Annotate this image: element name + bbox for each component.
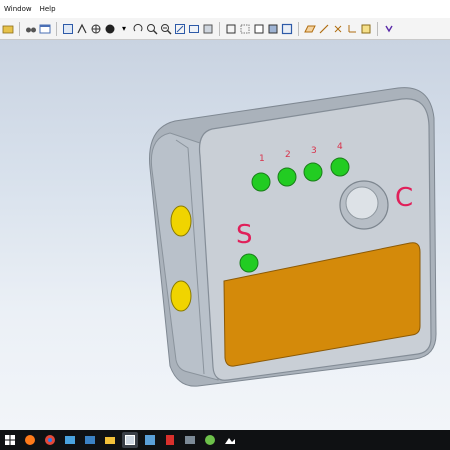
dropdown-arrow-icon[interactable]: ▾ [118,23,130,35]
shading-icon[interactable] [267,23,279,35]
file-explorer-icon[interactable] [102,432,118,448]
photo-icon[interactable] [222,432,238,448]
no-hidden-icon[interactable] [253,23,265,35]
app-icon[interactable] [62,432,78,448]
label-c: C [395,183,413,213]
led-4 [330,157,350,177]
app-icon-5[interactable] [202,432,218,448]
led-3-label: 3 [311,146,317,156]
led-2-label: 2 [285,150,291,160]
model-viewport[interactable]: 1 2 3 4 S C [0,40,450,430]
center-button [345,186,379,220]
help-icon[interactable] [383,23,395,35]
zoom-in-icon[interactable] [146,23,158,35]
app-icon-3[interactable] [142,432,158,448]
led-3 [303,162,323,182]
sphere-icon[interactable] [104,23,116,35]
led-1-label: 1 [259,154,265,164]
hidden-line-icon[interactable] [239,23,251,35]
led-4-label: 4 [337,142,343,152]
refit-icon[interactable] [62,23,74,35]
menu-help[interactable]: Help [40,5,56,13]
taskbar [0,430,450,450]
datum-plane-icon[interactable] [304,23,316,35]
toolbar-separator [298,21,299,36]
creo-app-icon[interactable] [122,432,138,448]
chrome-icon[interactable] [42,432,58,448]
datum-point-icon[interactable] [332,23,344,35]
shaded-edges-icon[interactable] [281,23,293,35]
display-style-icon[interactable] [225,23,237,35]
app-icon-2[interactable] [82,432,98,448]
toolbar-separator [19,21,20,36]
binoculars-icon[interactable] [25,23,37,35]
device-model: 1 2 3 4 S C [149,87,437,387]
toolbar: ▾ [0,18,450,40]
windows-start-icon[interactable] [2,432,18,448]
app-icon-4[interactable] [182,432,198,448]
pdf-icon[interactable] [162,432,178,448]
toolbar-separator [219,21,220,36]
zoom-out-icon[interactable] [160,23,172,35]
menu-bar: Window Help [0,0,450,18]
led-s [239,253,259,273]
side-button-lower [170,280,192,312]
spin-center-icon[interactable] [76,23,88,35]
menu-window[interactable]: Window [4,5,32,13]
led-1 [251,172,271,192]
led-2 [277,167,297,187]
side-button-upper [170,205,192,237]
datum-axis-icon[interactable] [318,23,330,35]
view-manager-icon[interactable] [188,23,200,35]
toolbar-separator [56,21,57,36]
toolbar-separator [377,21,378,36]
csys-icon[interactable] [346,23,358,35]
pan-icon[interactable] [174,23,186,35]
layers-icon[interactable] [202,23,214,35]
firefox-icon[interactable] [22,432,38,448]
orient-icon[interactable] [90,23,102,35]
rotate-icon[interactable] [132,23,144,35]
annotation-icon[interactable] [360,23,372,35]
open-icon[interactable] [2,23,14,35]
window-icon[interactable] [39,23,51,35]
label-s: S [236,220,253,250]
